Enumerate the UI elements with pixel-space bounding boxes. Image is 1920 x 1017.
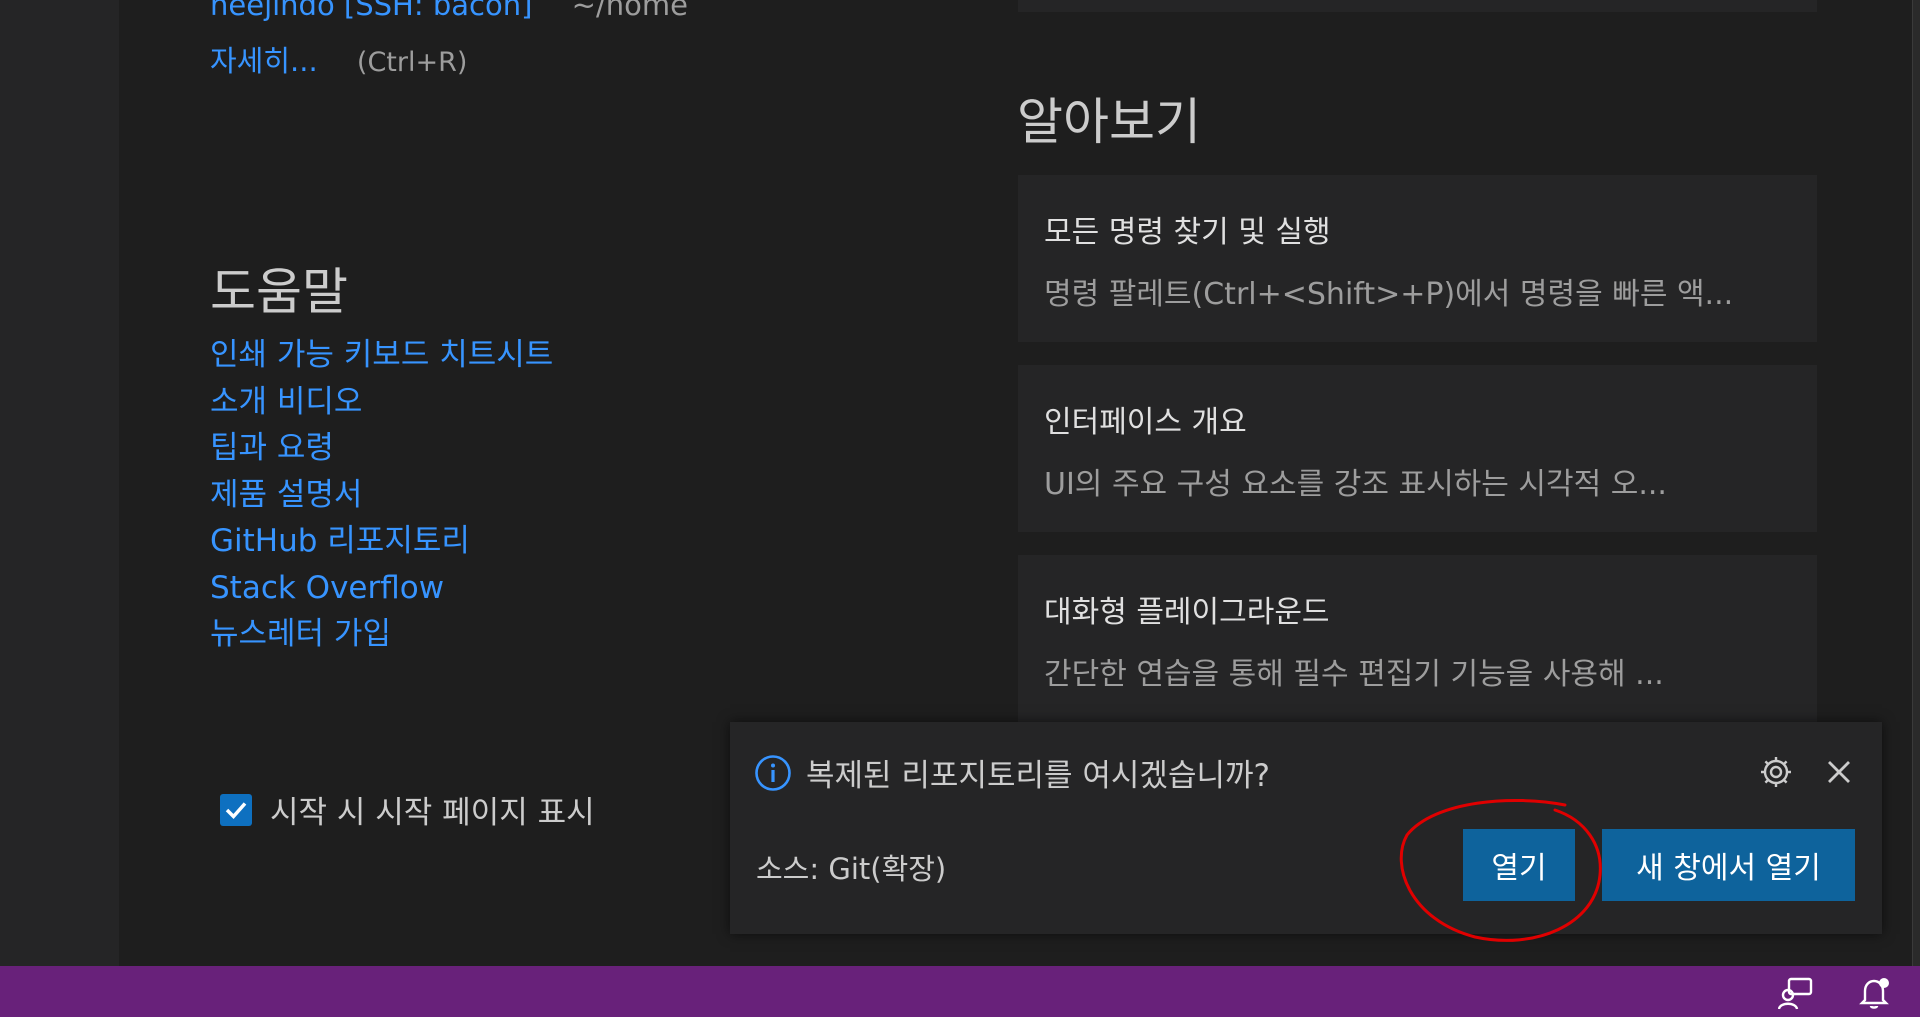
card-description: UI의 주요 구성 요소를 강조 표시하는 시각적 오... — [1044, 467, 1667, 502]
help-links-list: 인쇄 가능 키보드 치트시트 소개 비디오 팁과 요령 제품 설명서 GitHu… — [210, 332, 553, 658]
notification-actions — [1758, 754, 1854, 790]
help-link-product-docs[interactable]: 제품 설명서 — [210, 472, 553, 519]
notifications-bell-icon[interactable] — [1858, 976, 1892, 1010]
recent-item-path: ~/home — [571, 0, 688, 22]
gear-icon[interactable] — [1758, 754, 1794, 790]
status-bar-icons — [1778, 976, 1892, 1010]
activity-bar — [0, 0, 119, 966]
learn-section-title: 알아보기 — [1017, 93, 1201, 151]
learn-card-interactive-playground[interactable]: 대화형 플레이그라운드 간단한 연습을 통해 필수 편집기 기능을 사용해 ..… — [1018, 555, 1817, 722]
help-link-github-repo[interactable]: GitHub 리포지토리 — [210, 518, 553, 565]
recent-more-shortcut: (Ctrl+R) — [356, 47, 468, 78]
help-link-keyboard-cheatsheet[interactable]: 인쇄 가능 키보드 치트시트 — [210, 332, 553, 379]
recent-item-name[interactable]: heejindo [SSH: bacon] — [210, 0, 532, 22]
feedback-icon[interactable] — [1778, 976, 1814, 1010]
recent-more-link[interactable]: 자세히... — [210, 44, 318, 78]
startup-checkbox-label: 시작 시 시작 페이지 표시 — [270, 795, 595, 831]
notification-toast: 복제된 리포지토리를 여시겠습니까? 소스: Git(확장) 열기 새 창에서 … — [730, 722, 1882, 934]
card-description: 명령 팔레트(Ctrl+<Shift>+P)에서 명령을 빠른 액... — [1044, 277, 1734, 312]
card-title: 모든 명령 찾기 및 실행 — [1044, 215, 1331, 250]
notification-message: 복제된 리포지토리를 여시겠습니까? — [806, 758, 1270, 794]
learn-cards: 모든 명령 찾기 및 실행 명령 팔레트(Ctrl+<Shift>+P)에서 명… — [1018, 175, 1817, 745]
close-icon[interactable] — [1824, 757, 1854, 787]
status-bar — [0, 966, 1920, 1017]
card-description: 간단한 연습을 통해 필수 편집기 기능을 사용해 ... — [1044, 657, 1664, 692]
learn-card-interface-overview[interactable]: 인터페이스 개요 UI의 주요 구성 요소를 강조 표시하는 시각적 오... — [1018, 365, 1817, 532]
check-icon — [225, 801, 247, 819]
help-link-tips-and-tricks[interactable]: 팁과 요령 — [210, 425, 553, 472]
info-icon — [755, 754, 791, 791]
recent-more-row: 자세히... (Ctrl+R) — [210, 38, 467, 80]
show-welcome-on-startup: 시작 시 시작 페이지 표시 — [220, 787, 595, 832]
open-button[interactable]: 열기 — [1463, 829, 1575, 901]
help-section-title: 도움말 — [210, 263, 348, 321]
notification-header: 복제된 리포지토리를 여시겠습니까? — [754, 750, 1270, 795]
learn-card-command-palette[interactable]: 모든 명령 찾기 및 실행 명령 팔레트(Ctrl+<Shift>+P)에서 명… — [1018, 175, 1817, 342]
help-link-newsletter[interactable]: 뉴스레터 가입 — [210, 611, 553, 658]
open-in-new-window-button[interactable]: 새 창에서 열기 — [1602, 829, 1855, 901]
notification-source: 소스: Git(확장) — [756, 852, 947, 886]
card-title: 대화형 플레이그라운드 — [1044, 595, 1330, 630]
scrollbar-track[interactable] — [1912, 0, 1920, 966]
help-link-intro-videos[interactable]: 소개 비디오 — [210, 379, 553, 426]
recent-item[interactable]: heejindo [SSH: bacon] ~/home — [210, 0, 688, 22]
startup-checkbox[interactable] — [220, 793, 252, 826]
card-title: 인터페이스 개요 — [1044, 405, 1247, 440]
help-link-stack-overflow[interactable]: Stack Overflow — [210, 565, 553, 612]
card-previous-bottom-edge — [1018, 0, 1817, 12]
